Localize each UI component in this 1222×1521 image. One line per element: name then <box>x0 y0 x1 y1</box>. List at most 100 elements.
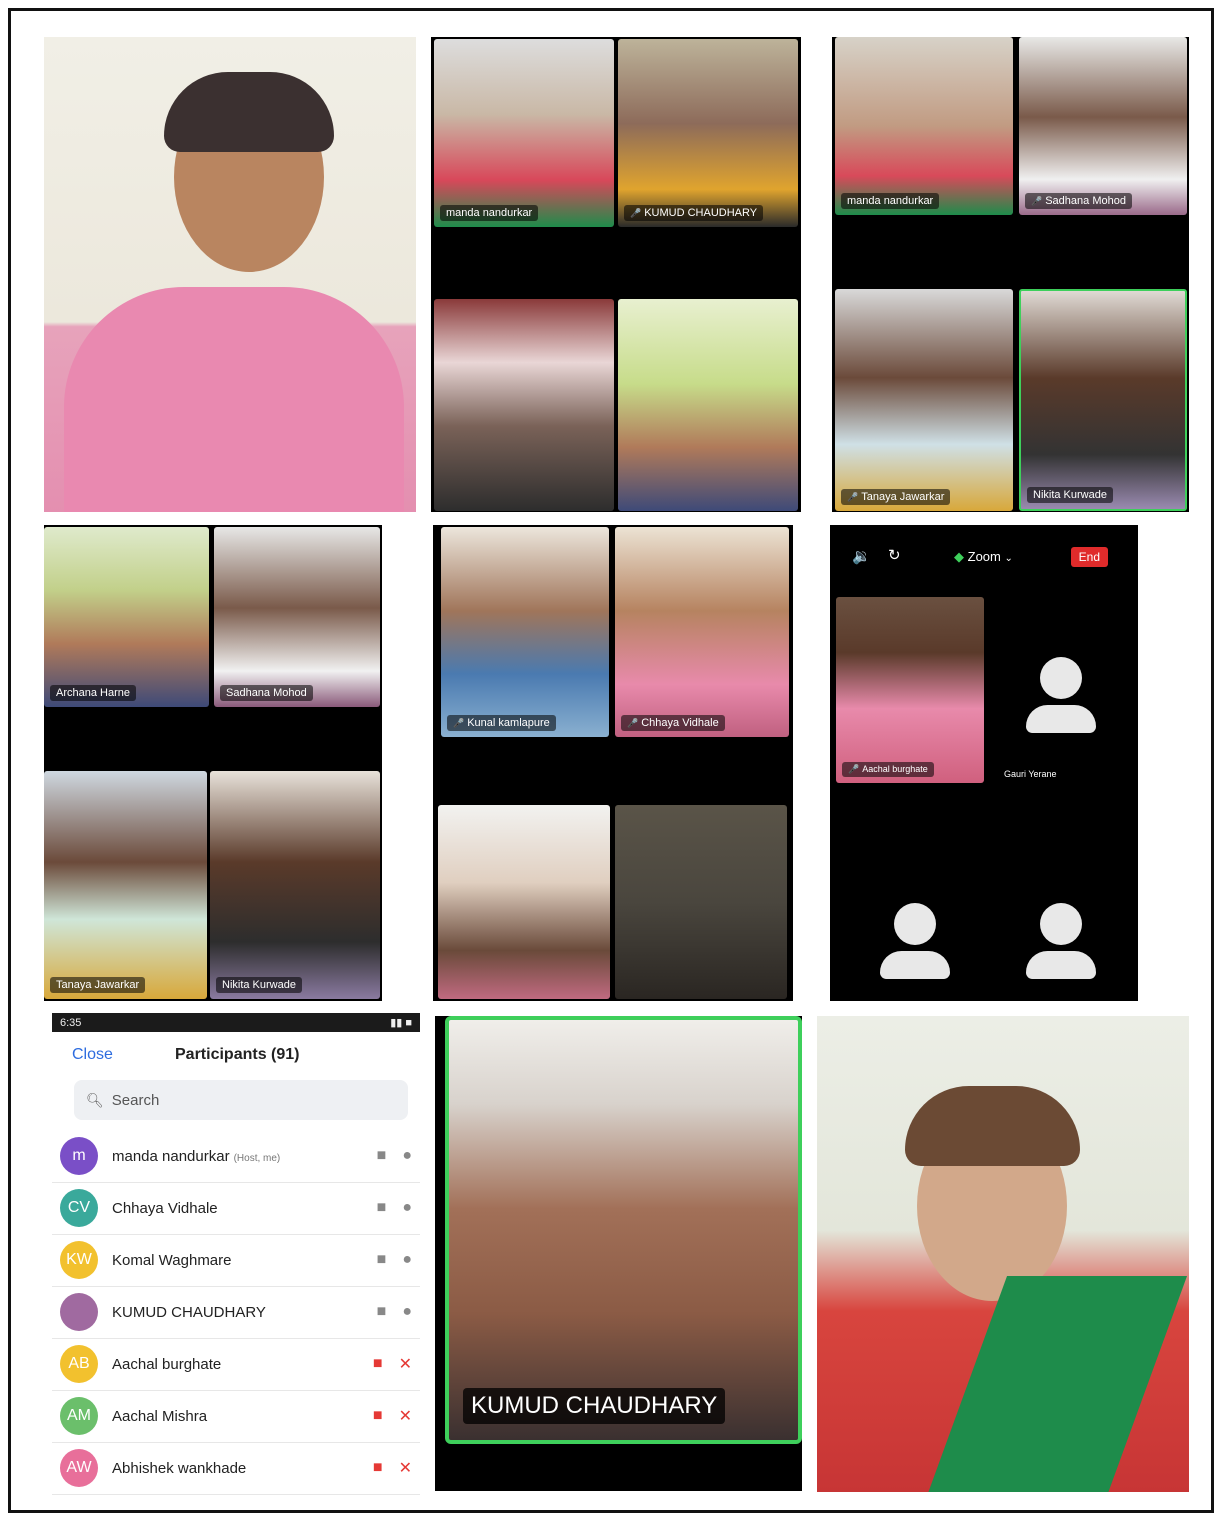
video-tile[interactable]: Chhaya Vidhale <box>615 527 789 737</box>
participant-name-label: Nikita Kurwade <box>1027 487 1113 503</box>
microphone-muted-icon[interactable]: ✕ <box>399 1458 412 1478</box>
participant-name-label: Gauri Yerane <box>1004 769 1057 779</box>
participant-controls: ■ ● <box>361 1147 412 1165</box>
video-tile[interactable]: Archana Harne <box>44 527 209 707</box>
microphone-muted-icon[interactable]: ✕ <box>399 1406 412 1426</box>
video-tile[interactable] <box>438 805 610 999</box>
video-camera-icon[interactable]: ■ <box>377 1251 387 1269</box>
participant-name-label: manda nandurkar <box>440 205 539 221</box>
video-tile[interactable]: Tanaya Jawarkar <box>44 771 207 999</box>
host-tag: (Host, me) <box>233 1152 281 1164</box>
avatar: AW <box>60 1449 98 1487</box>
participant-name-label: Sadhana Mohod <box>1025 193 1132 209</box>
participant-name-label: manda nandurkar <box>841 193 940 209</box>
participant-row[interactable]: KUMUD CHAUDHARY ■ ● <box>52 1286 420 1339</box>
participant-name-label: KUMUD CHAUDHARY <box>624 205 764 221</box>
avatar-placeholder: Gauri Yerane <box>988 597 1134 783</box>
person-hair <box>164 72 334 152</box>
participant-name-label: KUMUD CHAUDHARY <box>463 1388 726 1424</box>
search-placeholder: Search <box>111 1091 160 1109</box>
video-off-icon[interactable]: ■ <box>373 1407 383 1425</box>
participant-name-text: Chhaya Vidhale <box>112 1199 218 1217</box>
participant-row[interactable]: CV Chhaya Vidhale ■ ● <box>52 1182 420 1235</box>
video-tile[interactable]: manda nandurkar <box>835 37 1013 215</box>
participant-name-text: KUMUD CHAUDHARY <box>112 1303 266 1321</box>
participants-header: Close Participants (91) <box>52 1032 420 1078</box>
participant-controls: ■ ● <box>361 1251 412 1269</box>
avatar: AB <box>60 1345 98 1383</box>
participant-row[interactable]: AB Aachal burghate ■ ✕ <box>52 1338 420 1391</box>
video-camera-icon[interactable]: ■ <box>377 1199 387 1217</box>
search-input[interactable]: 🔍︎ Search <box>74 1080 408 1120</box>
video-camera-icon[interactable]: ■ <box>377 1147 387 1165</box>
participant-controls: ■ ✕ <box>357 1354 412 1374</box>
avatar <box>60 1293 98 1331</box>
participant-name-text: Abhishek wankhade <box>112 1459 247 1477</box>
person-hair <box>905 1086 1080 1166</box>
participant-name-label: Chhaya Vidhale <box>621 715 725 731</box>
video-panel-4: Archana Harne Sadhana Mohod Tanaya Jawar… <box>44 525 382 1001</box>
video-tile[interactable]: Sadhana Mohod <box>214 527 380 707</box>
speaker-icon[interactable]: 🔉 <box>852 547 871 565</box>
participant-row[interactable]: AM Aachal Mishra ■ ✕ <box>52 1390 420 1443</box>
participants-panel: 6:35 ▮▮ ■ Close Participants (91) 🔍︎ Sea… <box>52 1013 420 1498</box>
video-tile[interactable]: Nikita Kurwade <box>1019 289 1187 511</box>
microphone-icon[interactable]: ● <box>402 1199 412 1217</box>
video-off-icon[interactable]: ■ <box>373 1355 383 1373</box>
microphone-icon[interactable]: ● <box>402 1251 412 1269</box>
participant-name: Aachal burghate <box>112 1356 357 1373</box>
participant-name-label: Sadhana Mohod <box>220 685 313 701</box>
video-panel-9 <box>817 1016 1189 1492</box>
avatar: AM <box>60 1397 98 1435</box>
video-tile[interactable]: KUMUD CHAUDHARY <box>618 39 798 227</box>
participants-title: Participants (91) <box>175 1046 300 1063</box>
participant-name-label: Kunal kamlapure <box>447 715 556 731</box>
video-tile[interactable]: Sadhana Mohod <box>1019 37 1187 215</box>
video-panel-3: manda nandurkar Sadhana Mohod Tanaya Jaw… <box>832 37 1189 512</box>
participant-name: KUMUD CHAUDHARY <box>112 1304 361 1321</box>
video-tile[interactable] <box>615 805 787 999</box>
video-tile[interactable]: KUMUD CHAUDHARY <box>445 1016 802 1444</box>
status-icons: ▮▮ ■ <box>390 1017 412 1029</box>
participant-name-label: Tanaya Jawarkar <box>841 489 951 505</box>
microphone-muted-icon[interactable]: ✕ <box>399 1354 412 1374</box>
avatar-placeholder <box>1006 895 1116 985</box>
status-time: 6:35 <box>60 1016 82 1029</box>
end-button[interactable]: End <box>1070 547 1108 567</box>
switch-camera-icon[interactable]: ↻ <box>888 546 901 564</box>
dupatta <box>926 1276 1188 1492</box>
video-panel-1 <box>44 37 416 512</box>
participant-controls: ■ ● <box>361 1303 412 1321</box>
video-tile[interactable]: Tanaya Jawarkar <box>835 289 1013 511</box>
zoom-label: Zoom <box>967 549 1001 564</box>
close-button[interactable]: Close <box>72 1046 113 1064</box>
microphone-icon[interactable]: ● <box>402 1303 412 1321</box>
video-off-icon[interactable]: ■ <box>373 1459 383 1477</box>
video-tile[interactable]: manda nandurkar <box>434 39 614 227</box>
video-panel-8: KUMUD CHAUDHARY <box>435 1016 802 1491</box>
status-bar: 6:35 ▮▮ ■ <box>52 1013 420 1032</box>
video-tile[interactable] <box>618 299 798 511</box>
participant-controls: ■ ✕ <box>357 1406 412 1426</box>
participant-row[interactable]: AW Abhishek wankhade ■ ✕ <box>52 1442 420 1495</box>
participant-name: Abhishek wankhade <box>112 1460 357 1477</box>
video-tile[interactable]: Aachal burghate <box>836 597 984 783</box>
video-panel-5: Kunal kamlapure Chhaya Vidhale <box>433 525 793 1001</box>
video-camera-icon[interactable]: ■ <box>377 1303 387 1321</box>
participant-row[interactable]: m manda nandurkar (Host, me) ■ ● <box>52 1130 420 1183</box>
shield-icon: ◆ <box>954 549 964 564</box>
video-panel-6: 🔉 ↻ ◆ Zoom ⌄ End Aachal burghate Gauri Y… <box>830 525 1138 1001</box>
participant-controls: ■ ● <box>361 1199 412 1217</box>
video-tile[interactable] <box>434 299 614 511</box>
participant-name: Aachal Mishra <box>112 1408 357 1425</box>
video-tile[interactable]: Nikita Kurwade <box>210 771 380 999</box>
microphone-icon[interactable]: ● <box>402 1147 412 1165</box>
zoom-menu[interactable]: ◆ Zoom ⌄ <box>954 549 1013 565</box>
video-panel-2: manda nandurkar KUMUD CHAUDHARY <box>431 37 801 512</box>
participant-name-text: manda nandurkar <box>112 1147 230 1165</box>
participant-name-text: Komal Waghmare <box>112 1251 232 1269</box>
avatar: CV <box>60 1189 98 1227</box>
participant-name-label: Aachal burghate <box>842 762 934 777</box>
participant-row[interactable]: KW Komal Waghmare ■ ● <box>52 1234 420 1287</box>
video-tile[interactable]: Kunal kamlapure <box>441 527 609 737</box>
